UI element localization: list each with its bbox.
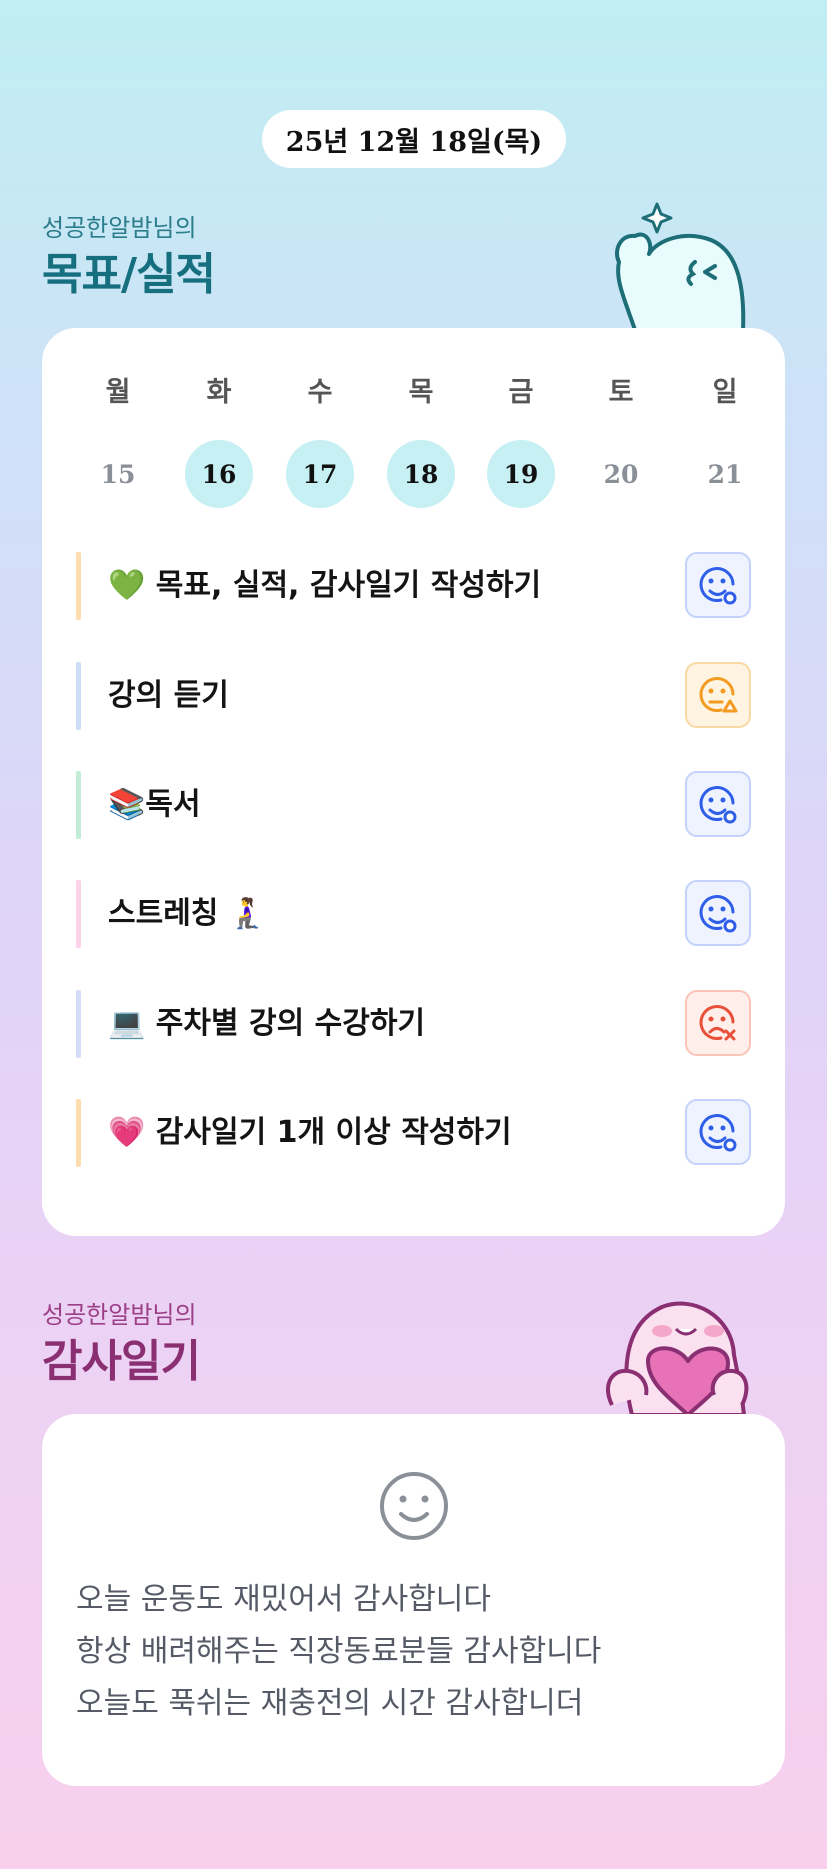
diary-section-title: 감사일기 [42, 1336, 201, 1387]
goal-color-bar [76, 1099, 81, 1167]
goal-status-button[interactable] [685, 771, 751, 837]
diary-line: 오늘 운동도 재밌어서 감사합니다 [76, 1582, 492, 1617]
goal-color-bar [76, 990, 81, 1058]
week-calendar: 월 15 화 16 수 17 목 18 금 19 토 20 일 21 [42, 370, 785, 680]
diary-entries: 오늘 운동도 재밌어서 감사합니다 항상 배려해주는 직장동료분들 감사합니다 … [76, 1574, 756, 1730]
smile-icon [380, 1472, 448, 1540]
mascot-heart-icon [606, 1301, 749, 1415]
goal-text: 💚 목표, 실적, 감사일기 작성하기 [108, 568, 542, 603]
day-number[interactable]: 20 [587, 440, 655, 508]
day-number[interactable]: 15 [84, 440, 152, 508]
day-label: 금 [508, 377, 534, 408]
diary-line: 항상 배려해주는 직장동료분들 감사합니다 [76, 1634, 602, 1669]
goal-color-bar [76, 662, 81, 730]
goal-item[interactable]: 스트레칭 🧎‍♀️ [76, 880, 751, 948]
goal-text: 💻 주차별 강의 수강하기 [108, 1006, 426, 1041]
goal-text: 💗 감사일기 1개 이상 작성하기 [108, 1115, 512, 1150]
goal-item[interactable]: 💻 주차별 강의 수강하기 [76, 990, 751, 1058]
day-label: 목 [408, 377, 434, 408]
goal-color-bar [76, 880, 81, 948]
goal-item[interactable]: 강의 듣기 [76, 662, 751, 730]
goal-status-button[interactable] [685, 662, 751, 728]
diary-card: 오늘 운동도 재밌어서 감사합니다 항상 배려해주는 직장동료분들 감사합니다 … [42, 1414, 785, 1786]
goal-status-button[interactable] [685, 552, 751, 618]
smile-check-icon [697, 1111, 739, 1153]
diary-line: 오늘도 푹쉬는 재충전의 시간 감사합니더 [76, 1686, 584, 1721]
smile-check-icon [697, 892, 739, 934]
goal-text: 강의 듣기 [108, 678, 229, 713]
day-number[interactable]: 19 [487, 440, 555, 508]
smile-check-icon [697, 564, 739, 606]
day-label: 월 [105, 377, 131, 408]
goals-section-title: 목표/실적 [42, 249, 216, 300]
day-number[interactable]: 21 [691, 440, 759, 508]
date-pill[interactable]: 25년 12월 18일(목) [262, 110, 566, 168]
day-number[interactable]: 17 [286, 440, 354, 508]
sad-x-icon [697, 1002, 739, 1044]
goal-status-button[interactable] [685, 990, 751, 1056]
goal-status-button[interactable] [685, 1099, 751, 1165]
day-number[interactable]: 16 [185, 440, 253, 508]
goal-color-bar [76, 552, 81, 620]
goal-text: 스트레칭 🧎‍♀️ [108, 896, 267, 931]
day-label: 수 [307, 377, 333, 408]
mascot-thumbs-up-icon [615, 202, 746, 330]
goal-item[interactable]: 💗 감사일기 1개 이상 작성하기 [76, 1099, 751, 1167]
day-number[interactable]: 18 [387, 440, 455, 508]
day-label: 일 [712, 377, 738, 408]
goal-text: 📚독서 [108, 787, 201, 822]
goal-color-bar [76, 771, 81, 839]
day-label: 화 [206, 377, 232, 408]
goals-card: 월 15 화 16 수 17 목 18 금 19 토 20 일 21 💚 목표, 실적, 감사일기 작성하… [42, 328, 785, 1236]
goal-item[interactable]: 💚 목표, 실적, 감사일기 작성하기 [76, 552, 751, 620]
smile-check-icon [697, 783, 739, 825]
goal-status-button[interactable] [685, 880, 751, 946]
date-text: 25년 12월 18일(목) [285, 126, 543, 158]
neutral-warning-icon [697, 674, 739, 716]
goal-item[interactable]: 📚독서 [76, 771, 751, 839]
day-label: 토 [608, 377, 634, 408]
